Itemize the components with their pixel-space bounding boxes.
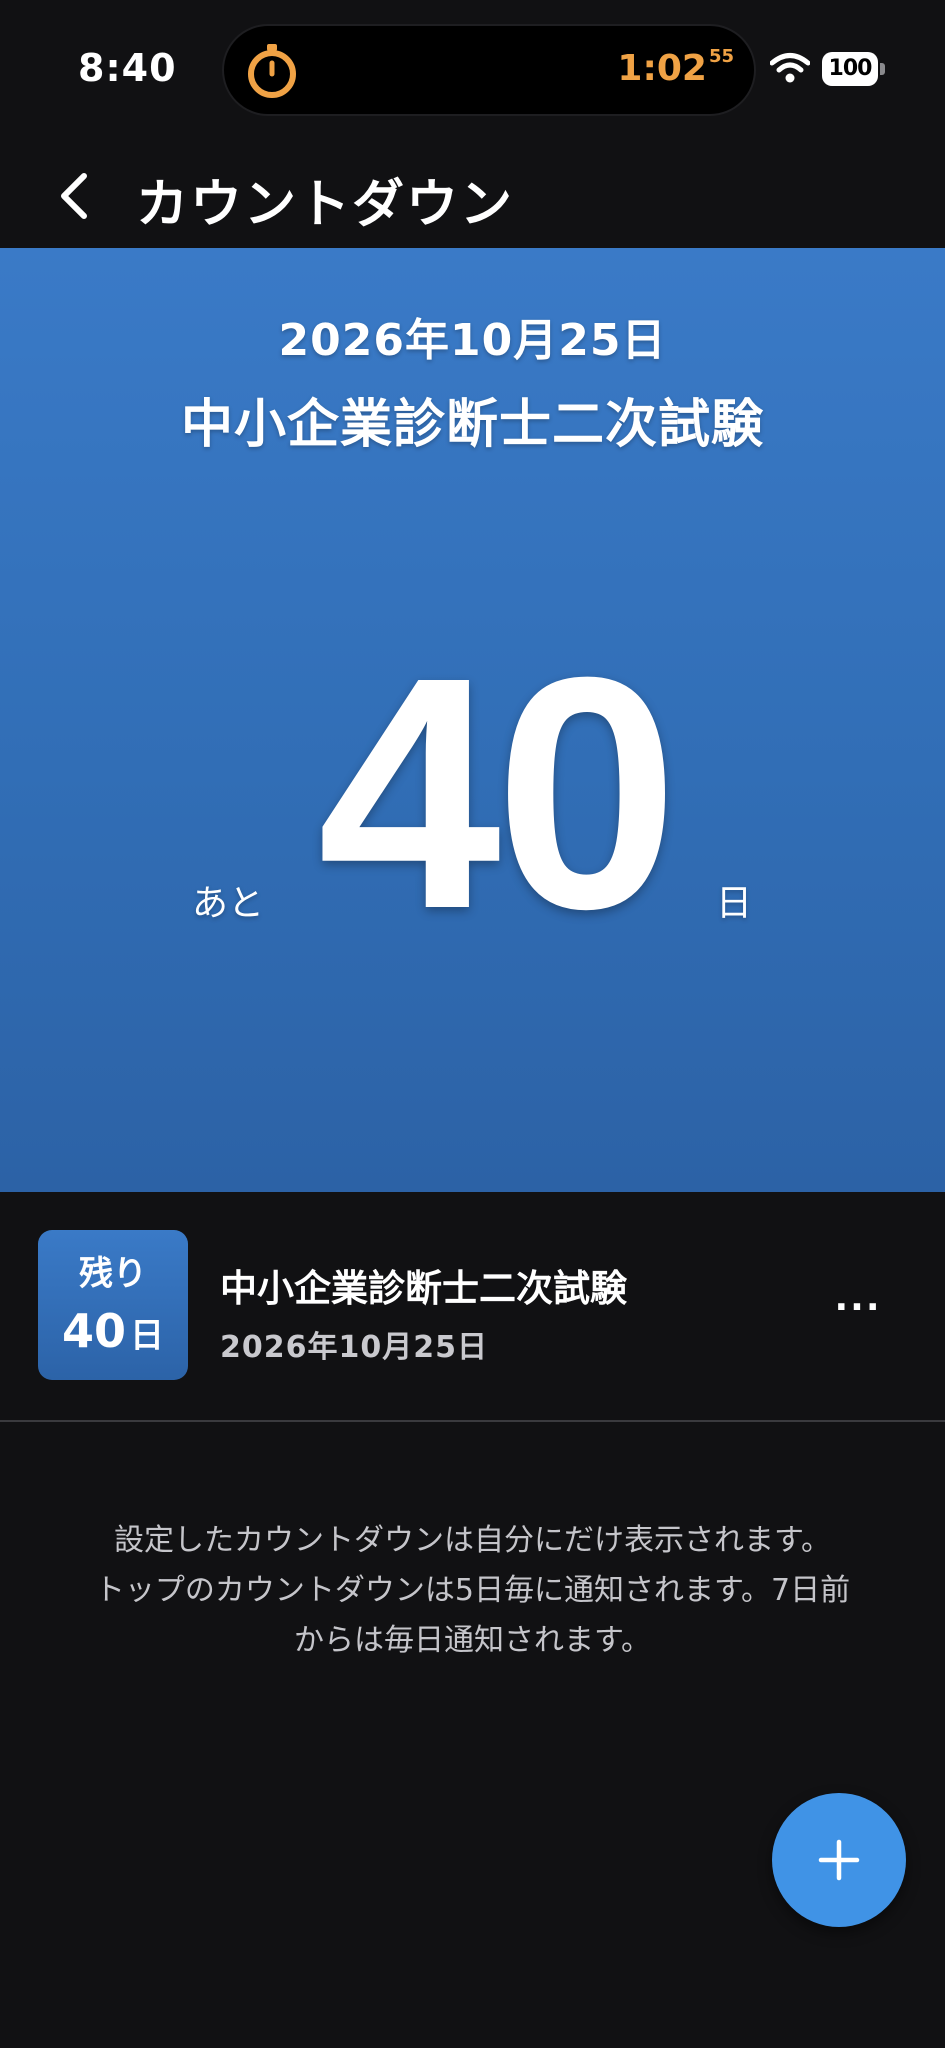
hero-days-remaining: 40: [317, 608, 678, 977]
remaining-days-badge: 残り 40 日: [38, 1230, 188, 1380]
status-time: 8:40: [78, 46, 177, 90]
hero-date: 2026年10月25日: [278, 315, 667, 366]
countdown-item-title: 中小企業診断士二次試験: [220, 1267, 627, 1310]
badge-label: 残り: [79, 1254, 147, 1294]
info-line: からは毎日通知されます。: [294, 1623, 651, 1658]
info-line: 設定したカウントダウンは自分にだけ表示されます。: [114, 1523, 831, 1558]
more-options-button[interactable]: ...: [828, 1281, 888, 1324]
badge-days: 40: [61, 1304, 126, 1358]
badge-count: 40 日: [38, 1304, 188, 1358]
status-bar: 8:40 1:02 55 100: [0, 0, 945, 140]
hero-title: 中小企業診断士二次試験: [180, 395, 764, 455]
battery-cap: [880, 63, 885, 75]
timer-main: 1:02: [617, 48, 707, 89]
info-line: トップのカウントダウンは5日毎に通知されます。7日前: [94, 1573, 851, 1608]
countdown-hero-card: 2026年10月25日 中小企業診断士二次試験 あと 40 日: [0, 248, 945, 1192]
add-countdown-button[interactable]: [772, 1793, 906, 1927]
countdown-list-item[interactable]: 残り 40 日 中小企業診断士二次試験 2026年10月25日 ...: [0, 1192, 945, 1420]
battery-indicator: 100: [822, 52, 878, 86]
chevron-left-icon[interactable]: [40, 160, 110, 230]
wifi-icon: [770, 53, 810, 83]
timer-readout: 1:02 55: [617, 46, 734, 89]
stopwatch-icon: [248, 44, 296, 98]
timer-seconds: 55: [708, 46, 734, 67]
countdown-item-date: 2026年10月25日: [220, 1330, 488, 1365]
divider: [0, 1420, 945, 1422]
hero-unit: 日: [716, 883, 753, 924]
hero-prefix: あと: [192, 883, 265, 924]
page-title: カウントダウン: [136, 175, 515, 235]
info-message: 設定したカウントダウンは自分にだけ表示されます。 トップのカウントダウンは5日毎…: [40, 1516, 905, 1666]
navigation-bar: カウントダウン: [0, 140, 945, 248]
badge-unit: 日: [130, 1316, 164, 1356]
plus-icon: [818, 1839, 860, 1881]
dynamic-island-live-activity[interactable]: 1:02 55: [222, 24, 756, 116]
